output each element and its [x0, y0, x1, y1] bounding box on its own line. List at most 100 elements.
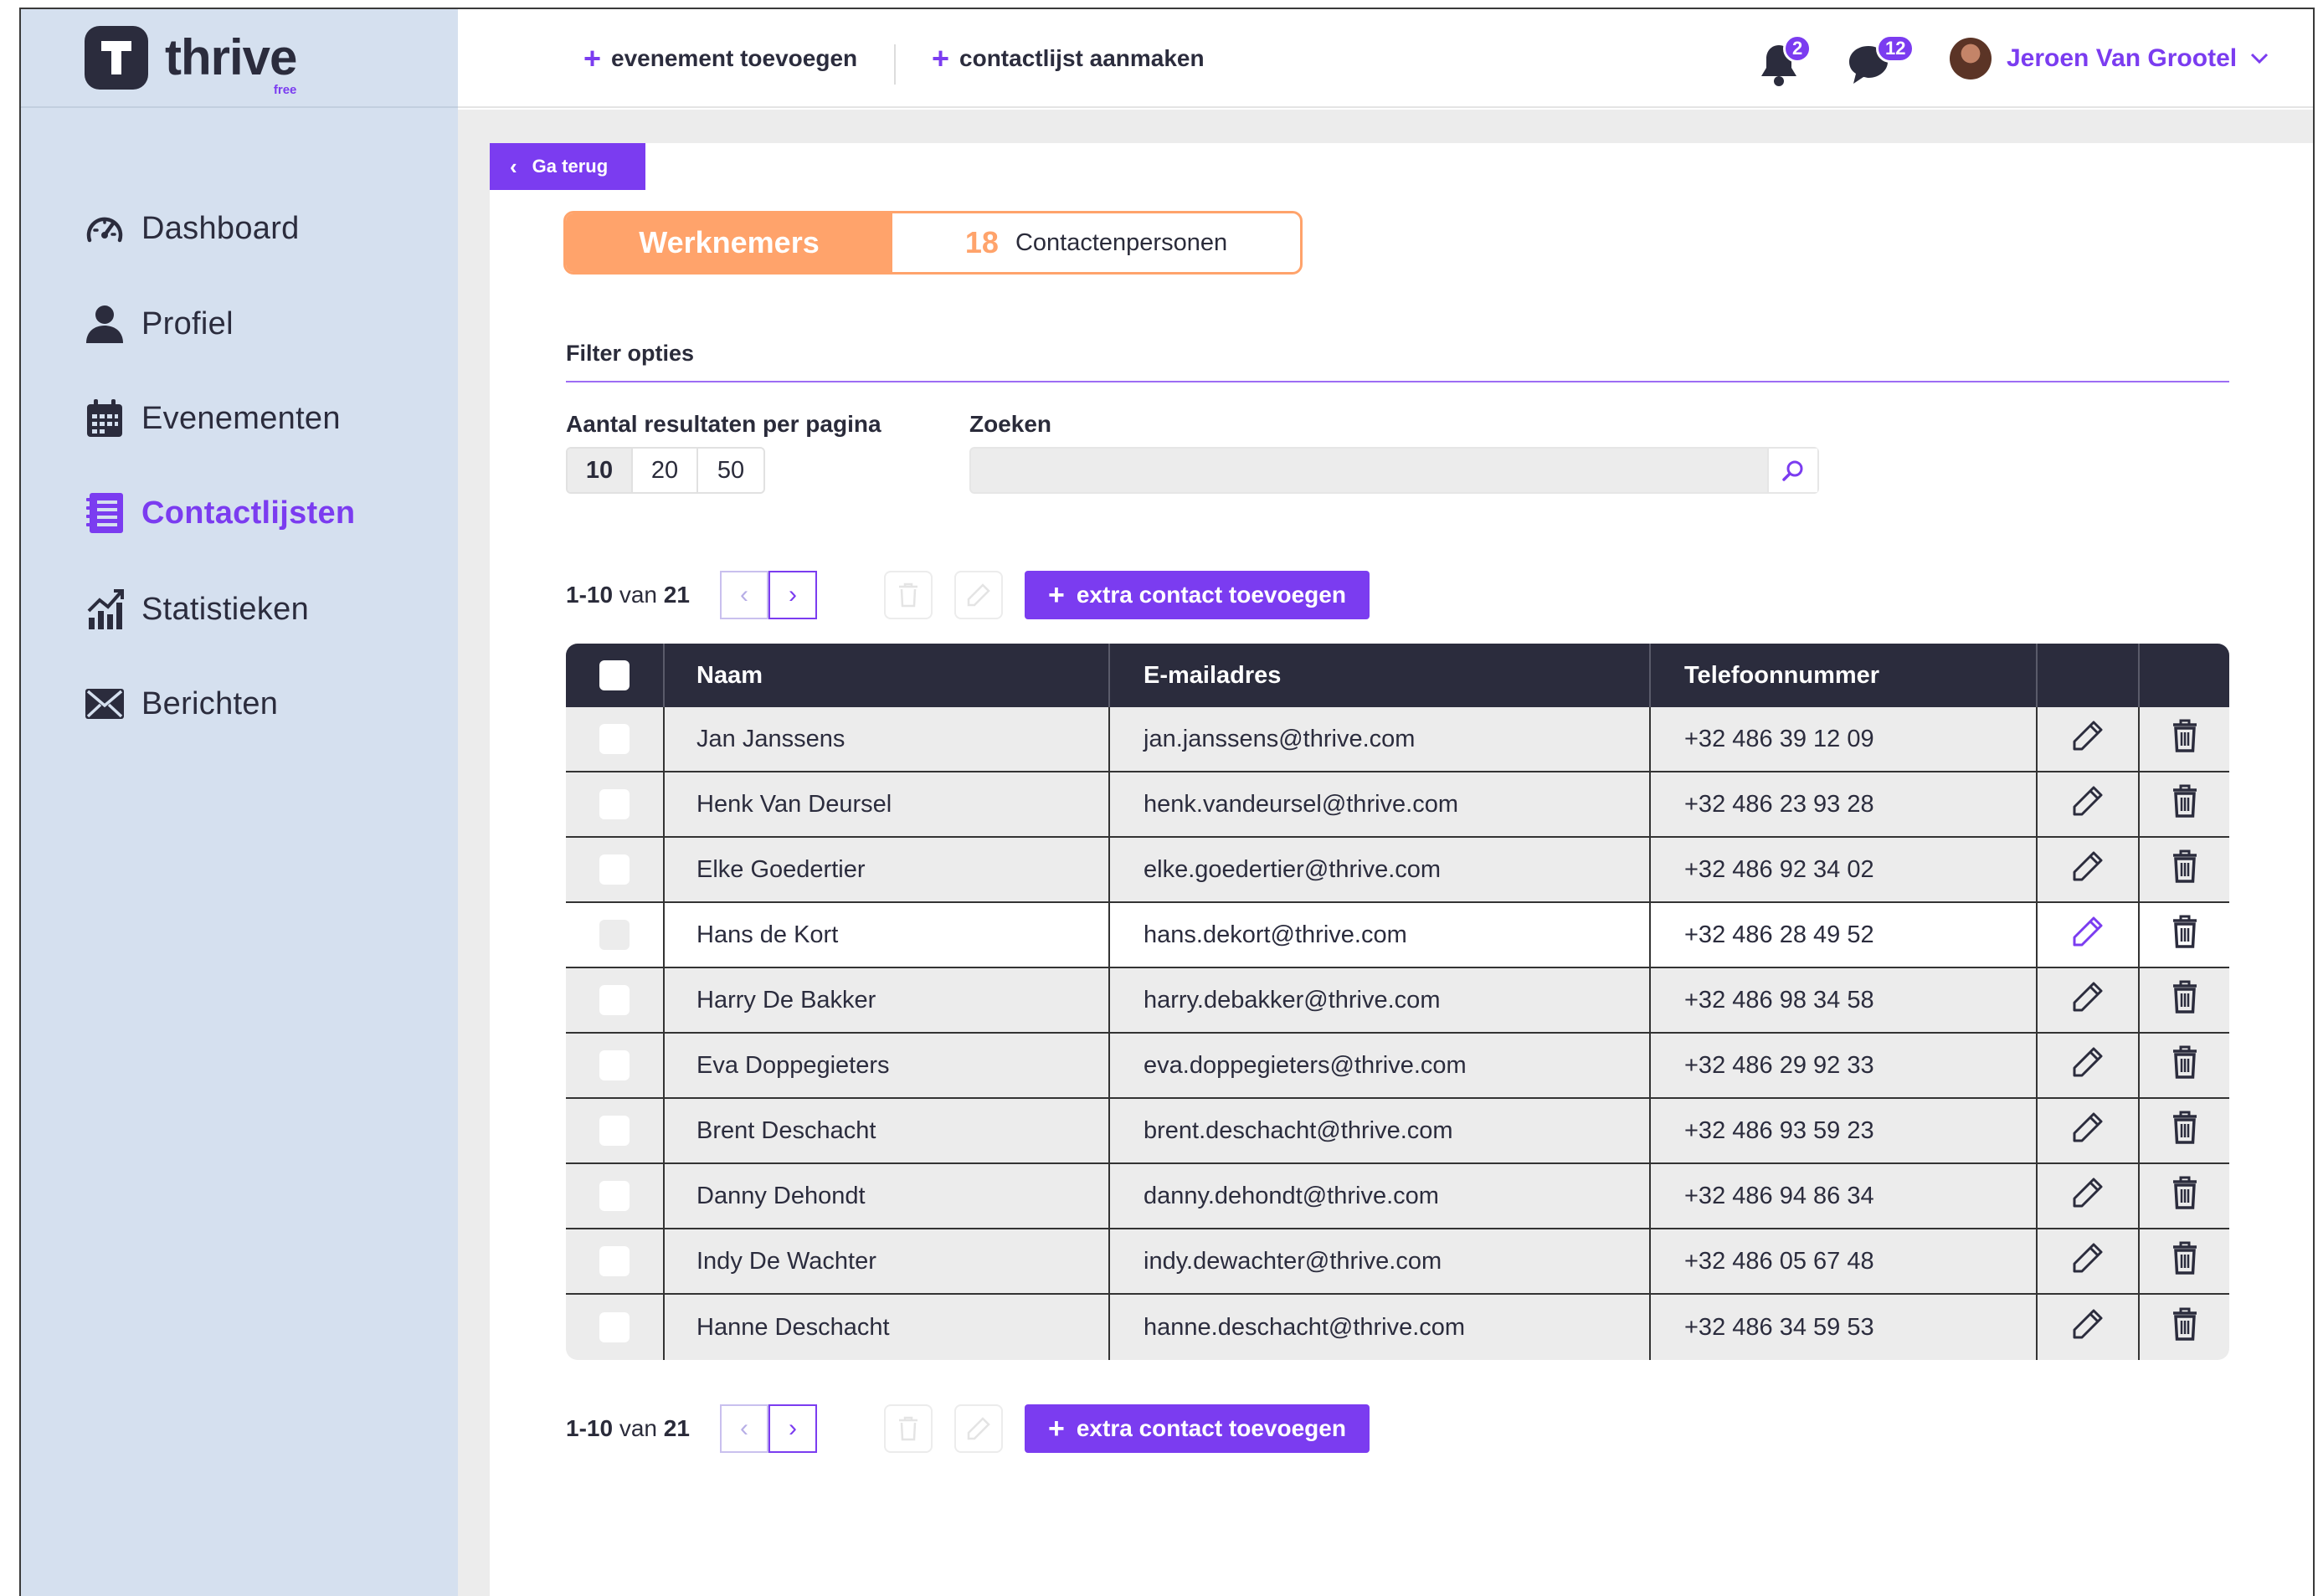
- row-checkbox[interactable]: [599, 854, 630, 885]
- delete-row-button[interactable]: [2172, 719, 2197, 759]
- sidebar-item-contactlijsten[interactable]: Contactlijsten: [85, 493, 355, 533]
- sidebar-item-dashboard[interactable]: Dashboard: [85, 208, 300, 249]
- sidebar-item-statistieken[interactable]: Statistieken: [85, 589, 309, 629]
- messages-button[interactable]: 12: [1848, 34, 1915, 85]
- delete-row-button[interactable]: [2172, 849, 2197, 890]
- delete-row-button[interactable]: [2172, 1307, 2197, 1347]
- bulk-delete-button[interactable]: [884, 571, 933, 619]
- per-page-option-20[interactable]: 20: [633, 449, 698, 492]
- trash-icon: [2172, 1241, 2197, 1281]
- per-page-option-50[interactable]: 50: [698, 449, 763, 492]
- bulk-delete-button[interactable]: [884, 1404, 933, 1453]
- logo-mark-icon: [85, 26, 148, 90]
- row-checkbox[interactable]: [599, 1050, 630, 1080]
- row-checkbox[interactable]: [599, 1246, 630, 1276]
- table-row: Eva Doppegieters eva.doppegieters@thrive.…: [566, 1034, 2229, 1099]
- prev-page-button[interactable]: ‹: [720, 1404, 768, 1453]
- pencil-icon: [967, 1417, 990, 1440]
- bulk-edit-button[interactable]: [954, 571, 1003, 619]
- per-page-label: Aantal resultaten per pagina: [566, 411, 881, 437]
- table-body: Jan Janssens jan.janssens@thrive.com +32 4…: [566, 707, 2229, 1360]
- column-header-email[interactable]: E-mailadres: [1110, 644, 1651, 707]
- table-row: Henk Van Deursel henk.vandeursel@thrive.c…: [566, 772, 2229, 838]
- search-label: Zoeken: [969, 411, 1052, 437]
- delete-row-button[interactable]: [2172, 1045, 2197, 1085]
- pencil-icon: [2071, 1045, 2105, 1085]
- row-checkbox[interactable]: [599, 789, 630, 819]
- delete-row-button[interactable]: [2172, 1111, 2197, 1151]
- table-row: Jan Janssens jan.janssens@thrive.com +32 4…: [566, 707, 2229, 772]
- cell-phone: +32 486 23 93 28: [1651, 772, 2038, 836]
- trash-icon: [2172, 1045, 2197, 1085]
- search-icon: [1782, 460, 1803, 481]
- edit-row-button[interactable]: [2071, 1241, 2105, 1281]
- select-all-checkbox[interactable]: [599, 660, 630, 690]
- plus-icon: +: [1048, 1413, 1065, 1445]
- sidebar-item-evenementen[interactable]: Evenementen: [85, 398, 341, 439]
- create-contactlist-link[interactable]: + contactlijst aanmaken: [932, 9, 1205, 108]
- cell-email: brent.deschacht@thrive.com: [1110, 1099, 1651, 1162]
- brand-name: thrive: [165, 29, 297, 85]
- delete-row-button[interactable]: [2172, 784, 2197, 824]
- pencil-icon: [2071, 1241, 2105, 1281]
- filter-title: Filter opties: [566, 341, 695, 366]
- next-page-button[interactable]: ›: [768, 571, 817, 619]
- sidebar-item-berichten[interactable]: Berichten: [85, 684, 278, 724]
- pagination-top: 1-10 van 21 ‹ › + extra contact toevoege…: [566, 571, 1370, 619]
- edit-row-button[interactable]: [2071, 1111, 2105, 1151]
- search-button[interactable]: [1767, 449, 1817, 492]
- delete-row-button[interactable]: [2172, 1241, 2197, 1281]
- next-page-button[interactable]: ›: [768, 1404, 817, 1453]
- trash-icon: [899, 1416, 917, 1441]
- cell-email: henk.vandeursel@thrive.com: [1110, 772, 1651, 836]
- cell-phone: +32 486 34 59 53: [1651, 1295, 2038, 1360]
- per-page-option-10[interactable]: 10: [568, 449, 633, 492]
- view-toggle: Werknemers 18 Contactenpersonen: [563, 211, 1303, 275]
- edit-row-button[interactable]: [2071, 1176, 2105, 1216]
- pencil-icon: [2071, 784, 2105, 824]
- logo[interactable]: thrive free: [21, 9, 458, 108]
- tab-werknemers[interactable]: Werknemers: [566, 213, 892, 272]
- row-checkbox[interactable]: [599, 920, 630, 950]
- prev-page-button[interactable]: ‹: [720, 571, 768, 619]
- column-header-phone[interactable]: Telefoonnummer: [1651, 644, 2038, 707]
- contacts-table: Naam E-mailadres Telefoonnummer Jan Jans…: [566, 644, 2229, 1360]
- edit-row-button[interactable]: [2071, 719, 2105, 759]
- edit-row-button[interactable]: [2071, 784, 2105, 824]
- sidebar-item-profiel[interactable]: Profiel: [85, 304, 234, 344]
- tab-contactenpersonen[interactable]: 18 Contactenpersonen: [892, 213, 1300, 272]
- bulk-edit-button[interactable]: [954, 1404, 1003, 1453]
- notifications-button[interactable]: 2: [1760, 34, 1812, 86]
- row-checkbox[interactable]: [599, 724, 630, 754]
- cell-phone: +32 486 94 86 34: [1651, 1164, 2038, 1228]
- edit-row-button[interactable]: [2071, 915, 2105, 955]
- trash-icon: [2172, 1307, 2197, 1347]
- table-row: Indy De Wachter indy.dewachter@thrive.com…: [566, 1229, 2229, 1295]
- row-checkbox[interactable]: [599, 1181, 630, 1211]
- delete-row-button[interactable]: [2172, 980, 2197, 1020]
- chevron-left-icon: ‹: [510, 153, 517, 179]
- column-header-name[interactable]: Naam: [665, 644, 1110, 707]
- edit-row-button[interactable]: [2071, 849, 2105, 890]
- sidebar-item-label: Evenementen: [141, 400, 341, 436]
- edit-row-button[interactable]: [2071, 1307, 2105, 1347]
- cell-name: Hanne Deschacht: [665, 1295, 1110, 1360]
- delete-row-button[interactable]: [2172, 915, 2197, 955]
- row-checkbox[interactable]: [599, 1312, 630, 1342]
- add-contact-button[interactable]: + extra contact toevoegen: [1025, 1404, 1370, 1453]
- edit-row-button[interactable]: [2071, 1045, 2105, 1085]
- avatar: [1950, 38, 1992, 80]
- search-input[interactable]: [971, 449, 1767, 492]
- pencil-icon: [2071, 980, 2105, 1020]
- edit-row-button[interactable]: [2071, 980, 2105, 1020]
- trash-icon: [2172, 915, 2197, 955]
- table-row: Elke Goedertier elke.goedertier@thrive.co…: [566, 838, 2229, 903]
- sidebar-item-label: Dashboard: [141, 210, 300, 246]
- add-event-link[interactable]: + evenement toevoegen: [583, 9, 857, 108]
- back-button[interactable]: ‹ Ga terug: [490, 143, 645, 190]
- delete-row-button[interactable]: [2172, 1176, 2197, 1216]
- user-menu[interactable]: Jeroen Van Grootel: [1950, 36, 2269, 81]
- row-checkbox[interactable]: [599, 985, 630, 1015]
- row-checkbox[interactable]: [599, 1116, 630, 1146]
- add-contact-button[interactable]: + extra contact toevoegen: [1025, 571, 1370, 619]
